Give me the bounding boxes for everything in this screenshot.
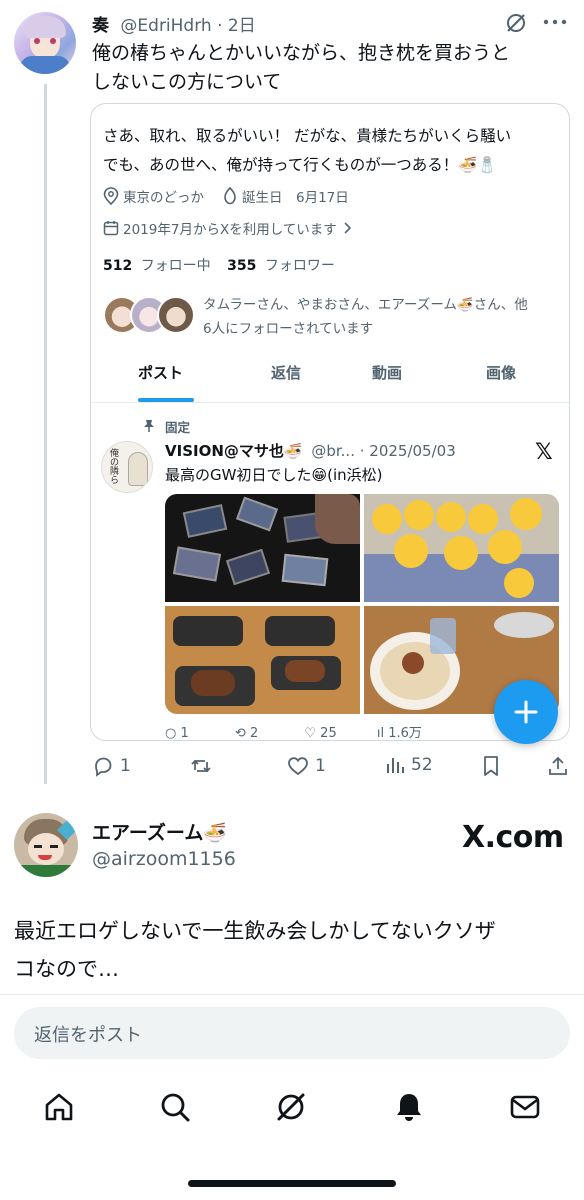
pinned-reply-icon: ○ (165, 726, 177, 741)
post-text-line: 俺の椿ちゃんとかいいながら、抱き枕を買おうと (92, 42, 511, 64)
profile-meta-row: 東京のどっか 誕生日 6月17日 (103, 186, 349, 206)
author-handle[interactable]: @EdriHdrh (120, 16, 211, 36)
post-header: 奏 @EdriHdrh · 2日 (92, 11, 492, 36)
author-display-name[interactable]: 奏 (92, 16, 109, 36)
xcom-brand-label: X.com (462, 820, 564, 855)
pinned-repost-icon: ⟲ (234, 726, 246, 741)
like-button[interactable]: 1 (287, 755, 326, 777)
nav-search-icon[interactable] (158, 1090, 192, 1128)
pinned-like-count: 25 (320, 726, 337, 741)
post-time[interactable]: · 2日 (217, 16, 256, 36)
pinned-view-count: 1.6万 (388, 726, 422, 741)
reply-button[interactable]: 1 (92, 755, 131, 777)
view-count: 52 (411, 755, 433, 775)
plus-icon (514, 700, 538, 724)
followed-by-avatars (103, 296, 195, 336)
tab-replies[interactable]: 返信 (271, 362, 301, 383)
reply-compose-field[interactable]: 返信をポスト (14, 1007, 570, 1059)
tabs-divider (91, 402, 569, 403)
reply-compose-placeholder: 返信をポスト (34, 1025, 142, 1046)
heart-icon (287, 755, 309, 777)
reply-count: 1 (120, 756, 131, 776)
bookmark-icon (484, 756, 498, 776)
embedded-profile-image[interactable]: さあ、取れ、取るがいい！ だがな、貴様たちがいくら騒い でも、あの世へ、俺が持っ… (90, 103, 570, 741)
share-button[interactable] (548, 755, 568, 777)
location-icon (103, 187, 119, 205)
pinned-post-text: 最高のGW初日でした😁(in浜松) (165, 466, 383, 484)
pin-icon (143, 419, 155, 433)
views-button[interactable]: 52 (385, 755, 433, 775)
profile-birthday: 誕生日 6月17日 (242, 190, 349, 206)
calendar-icon (103, 220, 119, 236)
chevron-right-icon (343, 222, 351, 234)
x-logo-icon: 𝕏 (535, 440, 553, 465)
pinned-post-header: VISION@マサ也🍜 @br... · 2025/05/03 (165, 440, 456, 461)
more-options-icon[interactable] (543, 19, 567, 25)
share-icon (549, 756, 567, 775)
repost-button[interactable] (190, 755, 218, 777)
home-indicator (188, 1180, 396, 1187)
like-count: 1 (315, 756, 326, 776)
compose-divider (0, 994, 584, 995)
photo-phones (165, 494, 360, 602)
nav-messages-icon[interactable] (508, 1090, 542, 1128)
pinned-reply-count: 1 (180, 726, 189, 741)
nav-grok-icon[interactable] (274, 1090, 308, 1128)
thread-connector-line (44, 84, 47, 784)
photo-steak (165, 606, 360, 714)
nav-home-icon[interactable] (42, 1090, 76, 1128)
pinned-like-icon: ♡ (304, 726, 317, 741)
profile-location: 東京のどっか (123, 190, 204, 206)
pinned-author-handle: @br... (311, 442, 355, 460)
profile-follow-counts: 512 フォロー中 355 フォロワー (103, 255, 335, 275)
following-count: 512 (103, 258, 133, 274)
views-icon (385, 755, 405, 775)
followed-by-line: タムラーさん、やまおさん、エアーズーム🍜さん、他 (203, 297, 528, 313)
reply-icon (92, 755, 114, 777)
reply-author-avatar[interactable] (14, 813, 78, 877)
tab-images[interactable]: 画像 (486, 362, 516, 383)
bookmark-button[interactable] (482, 755, 500, 777)
bio-line: さあ、取れ、取るがいい！ だがな、貴様たちがいくら騒い (103, 127, 512, 145)
followers-count: 355 (227, 258, 257, 274)
following-label: フォロー中 (140, 258, 211, 274)
profile-bio: さあ、取れ、取るがいい！ だがな、貴様たちがいくら騒い でも、あの世へ、俺が持っ… (103, 122, 563, 180)
follower-avatar (157, 296, 195, 334)
reply-author-name[interactable]: エアーズーム🍜 (92, 818, 227, 845)
nav-notifications-icon[interactable] (392, 1090, 426, 1128)
followed-by-line: 6人にフォローされています (203, 321, 374, 337)
reply-text-line: コなので… (14, 957, 119, 981)
compose-fab-button[interactable] (494, 680, 558, 744)
tab-videos[interactable]: 動画 (372, 362, 402, 383)
pinned-avatar-text: 俺の隣ら (110, 449, 120, 486)
bio-line: でも、あの世へ、俺が持って行くものが一つある！🍜🧂 (103, 156, 497, 174)
pinned-date: · 2025/05/03 (359, 442, 456, 460)
reply-text-line: 最近エロゲしないで一生飲み会しかしてないクソザ (14, 919, 496, 943)
post-text: 俺の椿ちゃんとかいいながら、抱き枕を買おうと しないこの方について (92, 39, 572, 97)
pinned-author-name: VISION@マサ也🍜 (165, 442, 303, 460)
pinned-author-avatar: 俺の隣ら (101, 441, 153, 493)
photo-sunglasses-emoji (364, 494, 559, 602)
profile-joined: 2019年7月からXを利用しています (123, 222, 337, 238)
birthday-icon (222, 187, 238, 205)
pinned-view-icon: ıl (376, 726, 385, 741)
repost-icon (190, 755, 212, 777)
followed-by-text: タムラーさん、やまおさん、エアーズーム🍜さん、他 6人にフォローされています (203, 293, 563, 341)
pinned-label: 固定 (165, 420, 191, 435)
grok-icon[interactable] (505, 12, 527, 34)
tab-posts[interactable]: ポスト (138, 362, 183, 383)
reply-text: 最近エロゲしないで一生飲み会しかしてないクソザ コなので… (14, 912, 574, 988)
post-text-line: しないこの方について (92, 71, 282, 93)
author-avatar[interactable] (14, 12, 76, 74)
followers-label: フォロワー (264, 258, 335, 274)
profile-joined-row: 2019年7月からXを利用しています (103, 218, 351, 238)
reply-author-handle[interactable]: @airzoom1156 (92, 848, 236, 870)
pinned-repost-count: 2 (249, 726, 259, 741)
